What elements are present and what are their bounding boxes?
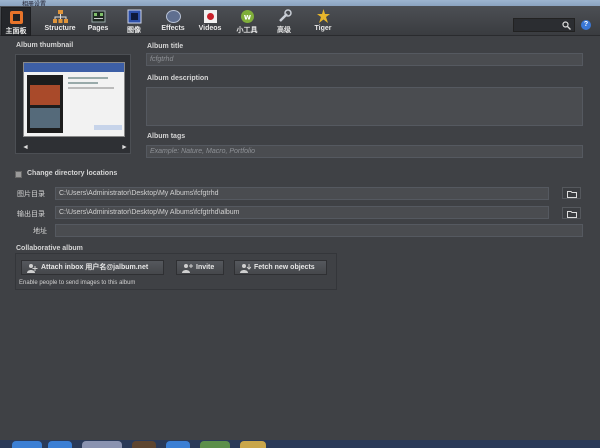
- image-dir-field[interactable]: C:\Users\Administrator\Desktop\My Albums…: [55, 187, 549, 200]
- search-icon: [562, 21, 571, 30]
- taskbar-app-1[interactable]: [48, 441, 72, 448]
- tab-widgets[interactable]: w 小工具: [233, 7, 261, 36]
- album-title-field[interactable]: fcfgtrhd: [146, 53, 583, 66]
- tab-structure-label: Structure: [44, 25, 76, 32]
- tab-structure[interactable]: Structure: [42, 7, 78, 36]
- invite-label: Invite: [196, 264, 215, 271]
- pages-icon: [91, 10, 105, 23]
- tab-effects-label: Effects: [161, 25, 185, 32]
- videos-icon: [203, 10, 217, 23]
- tab-tiger-label: Tiger: [314, 25, 332, 32]
- tab-advanced-label: 高级: [277, 27, 291, 34]
- tab-pages-label: Pages: [87, 25, 109, 32]
- collaborative-album-label: Collaborative album: [16, 245, 83, 252]
- folder-icon: [567, 211, 577, 218]
- address-field[interactable]: [55, 224, 583, 237]
- album-tags-label: Album tags: [147, 133, 186, 140]
- thumbnail-prev-arrow[interactable]: ◄: [22, 144, 29, 151]
- effects-icon: [165, 10, 181, 23]
- album-description-label: Album description: [147, 75, 209, 82]
- structure-icon: [52, 10, 68, 23]
- album-tags-field[interactable]: Example: Nature, Macro, Portfolio: [146, 145, 583, 158]
- album-thumbnail[interactable]: ◄ ►: [15, 54, 131, 154]
- fetch-icon: [240, 264, 251, 273]
- preview-header: [24, 63, 124, 72]
- album-title-label: Album title: [147, 43, 184, 50]
- taskbar-app-4[interactable]: [166, 441, 190, 448]
- folder-icon: [567, 191, 577, 198]
- preview-dark-panel: [27, 75, 63, 133]
- thumbnail-preview-image: [23, 62, 125, 137]
- taskbar-app-6[interactable]: [240, 441, 266, 448]
- advanced-icon: [278, 9, 292, 22]
- home-icon: [9, 11, 23, 24]
- album-thumbnail-label: Album thumbnail: [16, 42, 74, 49]
- images-icon: [127, 9, 141, 24]
- invite-button[interactable]: Invite: [176, 260, 224, 275]
- tab-tiger[interactable]: Tiger: [311, 7, 335, 36]
- tab-widgets-label: 小工具: [236, 27, 258, 34]
- attach-inbox-button[interactable]: Attach inbox 用户名@jalbum.net: [21, 260, 164, 275]
- tab-main-panel-label: 主面板: [5, 28, 27, 35]
- output-dir-field[interactable]: C:\Users\Administrator\Desktop\My Albums…: [55, 206, 549, 219]
- tab-videos-label: Videos: [198, 25, 222, 32]
- tab-effects[interactable]: Effects: [158, 7, 188, 36]
- output-dir-label: 输出目录: [17, 211, 45, 218]
- fetch-new-objects-label: Fetch new objects: [254, 264, 315, 271]
- image-dir-label: 图片目录: [17, 191, 45, 198]
- help-button[interactable]: ?: [581, 20, 591, 30]
- main-toolbar: 主面板 Structure Pages 图像 Effects Videos w: [0, 6, 600, 36]
- address-label: 地址: [33, 228, 47, 235]
- output-dir-browse-button[interactable]: [562, 207, 581, 219]
- invite-icon: [182, 264, 193, 273]
- taskbar-app-5[interactable]: [200, 441, 230, 448]
- tab-images[interactable]: 图像: [124, 7, 144, 36]
- search-input[interactable]: [513, 18, 575, 32]
- attach-inbox-label: Attach inbox 用户名@jalbum.net: [41, 264, 149, 271]
- change-directory-checkbox[interactable]: [15, 171, 22, 178]
- fetch-new-objects-button[interactable]: Fetch new objects: [234, 260, 327, 275]
- tiger-icon: [316, 9, 330, 23]
- users-icon: [27, 264, 38, 273]
- tab-advanced[interactable]: 高级: [273, 7, 295, 36]
- taskbar-app-2[interactable]: [82, 441, 122, 448]
- collaborative-note: Enable people to send images to this alb…: [19, 280, 136, 286]
- help-icon: ?: [583, 21, 589, 28]
- svg-text:w: w: [243, 13, 251, 22]
- taskbar-app-3[interactable]: [132, 441, 156, 448]
- tab-images-label: 图像: [127, 27, 141, 34]
- album-description-field[interactable]: [146, 87, 583, 126]
- change-directory-label: Change directory locations: [27, 170, 118, 177]
- tab-videos[interactable]: Videos: [196, 7, 224, 36]
- thumbnail-next-arrow[interactable]: ►: [121, 144, 128, 151]
- widgets-icon: w: [240, 10, 254, 23]
- taskbar-start-button[interactable]: [12, 441, 42, 448]
- tab-main-panel[interactable]: 主面板: [1, 7, 31, 36]
- tab-pages[interactable]: Pages: [85, 7, 111, 36]
- image-dir-browse-button[interactable]: [562, 187, 581, 199]
